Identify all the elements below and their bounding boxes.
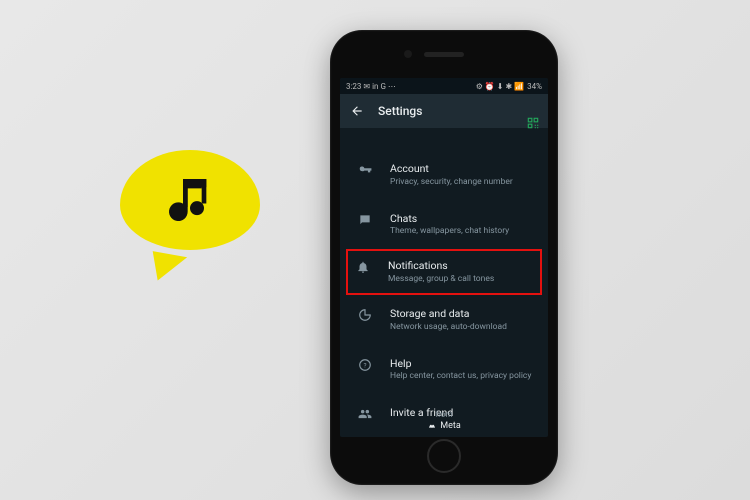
- item-title: Notifications: [388, 259, 534, 273]
- help-icon: ?: [356, 357, 374, 372]
- back-icon[interactable]: [350, 104, 364, 118]
- phone-frame: 3:23 ✉ in G ⋯ ⚙ ⏰ ⬇ ✱ 📶 34% Settings: [330, 30, 558, 485]
- item-sub: Help center, contact us, privacy policy: [390, 371, 532, 382]
- status-right: ⚙ ⏰ ⬇ ✱ 📶 34%: [476, 82, 542, 91]
- phone-camera: [404, 50, 412, 58]
- settings-list: Account Privacy, security, change number…: [340, 128, 548, 433]
- app-header: Settings: [340, 94, 548, 128]
- item-title: Chats: [390, 212, 532, 226]
- meta-icon: [427, 421, 437, 431]
- item-title: Storage and data: [390, 307, 532, 321]
- phone-speaker: [424, 52, 464, 57]
- qr-icon[interactable]: [526, 116, 540, 130]
- music-note-icon: [162, 172, 218, 228]
- bell-icon: [354, 259, 372, 274]
- status-battery: 34%: [527, 82, 542, 91]
- home-button[interactable]: [427, 439, 461, 473]
- status-bar: 3:23 ✉ in G ⋯ ⚙ ⏰ ⬇ ✱ 📶 34%: [340, 78, 548, 94]
- speech-bubble-shape: [120, 150, 260, 250]
- item-sub: Network usage, auto-download: [390, 322, 532, 333]
- music-speech-bubble: [120, 150, 260, 270]
- item-sub: Message, group & call tones: [388, 274, 534, 285]
- page-title: Settings: [378, 104, 422, 118]
- storage-icon: [356, 307, 374, 322]
- status-right-icons: ⚙ ⏰ ⬇ ✱ 📶: [476, 82, 524, 91]
- settings-item-account[interactable]: Account Privacy, security, change number: [340, 150, 548, 200]
- item-title: Account: [390, 162, 532, 176]
- item-title: Help: [390, 357, 532, 371]
- settings-item-help[interactable]: ? Help Help center, contact us, privacy …: [340, 345, 548, 395]
- settings-item-notifications[interactable]: Notifications Message, group & call tone…: [346, 249, 542, 295]
- footer: from Meta: [340, 410, 548, 431]
- chat-icon: [356, 212, 374, 227]
- status-left-icons: ✉ in G ⋯: [363, 82, 395, 91]
- status-left: 3:23 ✉ in G ⋯: [346, 82, 396, 91]
- footer-from: from: [340, 410, 548, 419]
- status-time: 3:23: [346, 82, 361, 91]
- item-sub: Theme, wallpapers, chat history: [390, 226, 532, 237]
- key-icon: [356, 162, 374, 177]
- screen: 3:23 ✉ in G ⋯ ⚙ ⏰ ⬇ ✱ 📶 34% Settings: [340, 78, 548, 437]
- footer-brand: Meta: [340, 421, 548, 431]
- settings-item-chats[interactable]: Chats Theme, wallpapers, chat history: [340, 200, 548, 250]
- svg-text:?: ?: [363, 361, 366, 369]
- settings-item-storage[interactable]: Storage and data Network usage, auto-dow…: [340, 295, 548, 345]
- speech-bubble-tail: [148, 251, 187, 285]
- item-sub: Privacy, security, change number: [390, 177, 532, 188]
